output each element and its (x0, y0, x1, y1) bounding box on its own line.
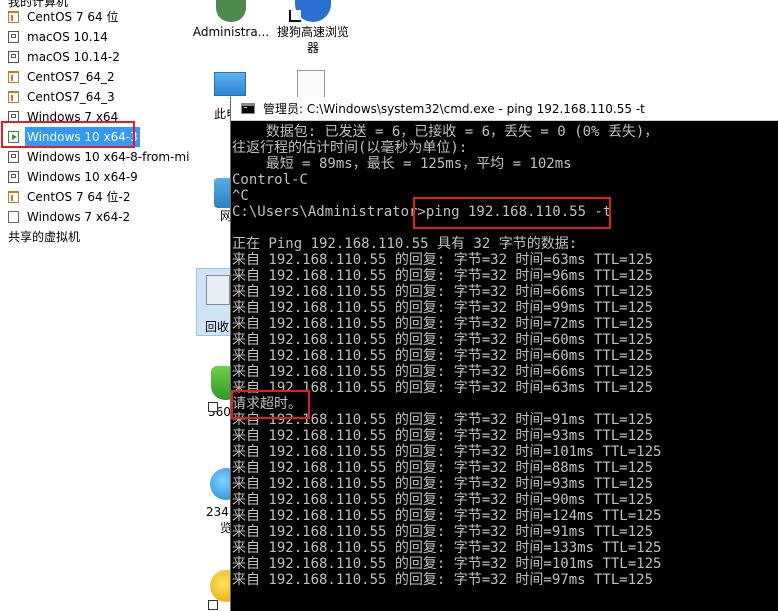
console-line: 来自 192.168.110.55 的回复: 字节=32 时间=93ms TTL… (232, 428, 654, 444)
vm-item-label: CentOS7_64_2 (27, 70, 115, 84)
vm-item-macos-1014[interactable]: macOS 10.14 (0, 27, 190, 47)
console-line: 请求超时。 (232, 396, 302, 412)
recycle-bin-icon (206, 275, 230, 305)
cmd-titlebar[interactable]: 管理员: C:\Windows\system32\cmd.exe - ping … (231, 97, 778, 121)
vm-icon (8, 71, 19, 83)
highlight-box-selected-vm (1, 121, 135, 148)
vm-item-label: CentOS7_64_3 (27, 90, 115, 104)
console-line: 来自 192.168.110.55 的回复: 字节=32 时间=63ms TTL… (232, 380, 654, 396)
vm-item-label: macOS 10.14-2 (27, 50, 120, 64)
console-line: 来自 192.168.110.55 的回复: 字节=32 时间=60ms TTL… (232, 348, 654, 364)
vm-item-label: CentOS 7 64 位 (27, 10, 119, 24)
vm-item-windows7-x64-2[interactable]: Windows 7 x64-2 (0, 207, 190, 227)
console-line: 来自 192.168.110.55 的回复: 字节=32 时间=60ms TTL… (232, 332, 654, 348)
shortcut-arrow-icon (208, 600, 218, 610)
console-line: 来自 192.168.110.55 的回复: 字节=32 时间=91ms TTL… (232, 524, 654, 540)
desktop-icon-administrator[interactable]: Administra... (192, 0, 270, 40)
console-line: 来自 192.168.110.55 的回复: 字节=32 时间=66ms TTL… (232, 364, 654, 380)
vm-item-label: Windows 10 x64-8-from-mi (27, 150, 190, 164)
cmd-window[interactable]: 管理员: C:\Windows\system32\cmd.exe - ping … (230, 97, 778, 611)
console-line: 来自 192.168.110.55 的回复: 字节=32 时间=133ms TT… (232, 540, 662, 556)
vm-icon (8, 211, 19, 223)
vm-icon (8, 191, 19, 203)
console-line: 来自 192.168.110.55 的回复: 字节=32 时间=90ms TTL… (232, 492, 654, 508)
vm-icon (8, 31, 19, 43)
shared-vms-node[interactable]: 共享的虚拟机 (0, 227, 190, 247)
shortcut-arrow-icon (208, 402, 218, 412)
vm-item-label: macOS 10.14 (27, 30, 108, 44)
console-line: 来自 192.168.110.55 的回复: 字节=32 时间=88ms TTL… (232, 460, 654, 476)
console-line: 数据包: 已发送 = 6，已接收 = 6，丢失 = 0 (0% 丢失)， (232, 124, 659, 140)
console-line: 往返行程的估计时间(以毫秒为单位): (232, 140, 468, 156)
cmd-icon (241, 103, 255, 114)
console-line: 来自 192.168.110.55 的回复: 字节=32 时间=97ms TTL… (232, 572, 654, 588)
vm-icon (8, 151, 19, 163)
console-line: Control-C (232, 172, 308, 188)
cmd-window-title: 管理员: C:\Windows\system32\cmd.exe - ping … (263, 102, 645, 116)
desktop-icon-label: 器 (306, 41, 319, 55)
sogou-browser-icon (289, 0, 331, 22)
vm-icon (8, 91, 19, 103)
console-line: 正在 Ping 192.168.110.55 具有 32 字节的数据: (232, 236, 578, 252)
console-line: 来自 192.168.110.55 的回复: 字节=32 时间=72ms TTL… (232, 316, 654, 332)
vm-item-windows10-x64-8[interactable]: Windows 10 x64-8-from-mi (0, 147, 190, 167)
highlight-box-request-timeout (231, 390, 310, 419)
console-line: 来自 192.168.110.55 的回复: 字节=32 时间=99ms TTL… (232, 300, 654, 316)
desktop-icon-label: Administra... (192, 25, 270, 39)
console-line: 来自 192.168.110.55 的回复: 字节=32 时间=91ms TTL… (232, 412, 654, 428)
console-line: 来自 192.168.110.55 的回复: 字节=32 时间=96ms TTL… (232, 268, 654, 284)
vm-icon (8, 171, 19, 183)
user-folder-icon (216, 0, 246, 22)
vm-item-centos7-64-2[interactable]: CentOS7_64_2 (0, 67, 190, 87)
shared-vms-label: 共享的虚拟机 (8, 230, 81, 244)
vm-icon (8, 11, 19, 23)
highlight-box-ping-command (413, 197, 611, 229)
console-line: 来自 192.168.110.55 的回复: 字节=32 时间=101ms TT… (232, 556, 662, 572)
console-output[interactable]: 数据包: 已发送 = 6，已接收 = 6，丢失 = 0 (0% 丢失)， 往返行程… (232, 124, 778, 588)
vm-item-macos-1014-2[interactable]: macOS 10.14-2 (0, 47, 190, 67)
vm-item-label: CentOS 7 64 位-2 (27, 190, 131, 204)
console-line: 最短 = 89ms，最长 = 125ms，平均 = 102ms (232, 156, 572, 172)
console-line: 来自 192.168.110.55 的回复: 字节=32 时间=63ms TTL… (232, 252, 654, 268)
vm-library-panel: 我的计算机 CentOS 7 64 位 macOS 10.14 macOS 10… (0, 0, 191, 611)
vm-item-centos7-64-b2[interactable]: CentOS 7 64 位-2 (0, 187, 190, 207)
console-line: 来自 192.168.110.55 的回复: 字节=32 时间=124ms TT… (232, 508, 662, 524)
computer-icon (214, 72, 246, 96)
desktop-icon-sogou-browser[interactable]: 搜狗高速浏览 器 (274, 0, 352, 56)
console-line: 来自 192.168.110.55 的回复: 字节=32 时间=66ms TTL… (232, 284, 654, 300)
vm-item-windows10-x64-9[interactable]: Windows 10 x64-9 (0, 167, 190, 187)
vm-item-centos7-64-3[interactable]: CentOS7_64_3 (0, 87, 190, 107)
vm-item-label: Windows 7 x64-2 (27, 210, 131, 224)
vm-icon (8, 51, 19, 63)
console-line: 来自 192.168.110.55 的回复: 字节=32 时间=93ms TTL… (232, 476, 654, 492)
vm-item-label: Windows 10 x64-9 (27, 170, 138, 184)
console-line: 来自 192.168.110.55 的回复: 字节=32 时间=101ms TT… (232, 444, 662, 460)
desktop-icon-label: 搜狗高速浏览 (276, 25, 349, 39)
vm-item-centos7-64[interactable]: CentOS 7 64 位 (0, 7, 190, 27)
